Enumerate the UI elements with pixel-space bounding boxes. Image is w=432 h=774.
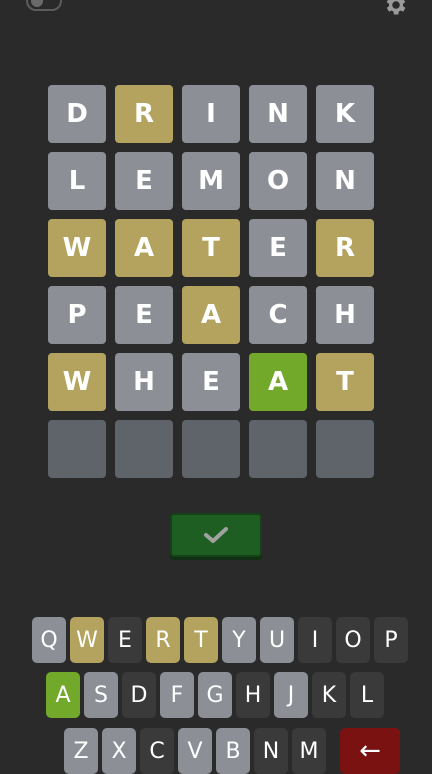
board-tile <box>115 420 173 478</box>
key-d[interactable]: D <box>122 672 156 718</box>
board-tile: H <box>316 286 374 344</box>
key-y[interactable]: Y <box>222 617 256 663</box>
board-tile: I <box>182 85 240 143</box>
backspace-key[interactable]: ← <box>340 728 400 774</box>
key-l[interactable]: L <box>350 672 384 718</box>
key-e[interactable]: E <box>108 617 142 663</box>
key-o[interactable]: O <box>336 617 370 663</box>
board-tile: E <box>182 353 240 411</box>
board-tile: A <box>182 286 240 344</box>
board-tile: R <box>316 219 374 277</box>
key-s[interactable]: S <box>84 672 118 718</box>
board-tile: R <box>115 85 173 143</box>
key-q[interactable]: Q <box>32 617 66 663</box>
key-b[interactable]: B <box>216 728 250 774</box>
board-tile: A <box>249 353 307 411</box>
key-t[interactable]: T <box>184 617 218 663</box>
board-tile: E <box>249 219 307 277</box>
key-m[interactable]: M <box>292 728 326 774</box>
board-tile <box>48 420 106 478</box>
board-tile: T <box>182 219 240 277</box>
board-tile: E <box>115 152 173 210</box>
key-z[interactable]: Z <box>64 728 98 774</box>
key-u[interactable]: U <box>260 617 294 663</box>
toggle-knob <box>31 0 43 7</box>
board-tile <box>249 420 307 478</box>
board-tile: C <box>249 286 307 344</box>
board-tile <box>182 420 240 478</box>
key-c[interactable]: C <box>140 728 174 774</box>
key-j[interactable]: J <box>274 672 308 718</box>
key-x[interactable]: X <box>102 728 136 774</box>
key-n[interactable]: N <box>254 728 288 774</box>
board-tile: W <box>48 219 106 277</box>
key-v[interactable]: V <box>178 728 212 774</box>
theme-toggle[interactable] <box>26 0 62 11</box>
board-tile: N <box>316 152 374 210</box>
board-tile: L <box>48 152 106 210</box>
key-f[interactable]: F <box>160 672 194 718</box>
key-a[interactable]: A <box>46 672 80 718</box>
board-tile: A <box>115 219 173 277</box>
key-w[interactable]: W <box>70 617 104 663</box>
key-r[interactable]: R <box>146 617 180 663</box>
board-tile: O <box>249 152 307 210</box>
board-tile: E <box>115 286 173 344</box>
board-tile: N <box>249 85 307 143</box>
key-h[interactable]: H <box>236 672 270 718</box>
board-tile: P <box>48 286 106 344</box>
board-tile: H <box>115 353 173 411</box>
board-tile: M <box>182 152 240 210</box>
key-g[interactable]: G <box>198 672 232 718</box>
checkmark-icon <box>204 527 228 543</box>
key-i[interactable]: I <box>298 617 332 663</box>
key-p[interactable]: P <box>374 617 408 663</box>
gear-icon[interactable] <box>383 0 409 18</box>
board-tile: W <box>48 353 106 411</box>
board-tile: D <box>48 85 106 143</box>
board-tile: K <box>316 85 374 143</box>
board-tile: T <box>316 353 374 411</box>
key-k[interactable]: K <box>312 672 346 718</box>
submit-button[interactable] <box>170 513 262 557</box>
board-tile <box>316 420 374 478</box>
